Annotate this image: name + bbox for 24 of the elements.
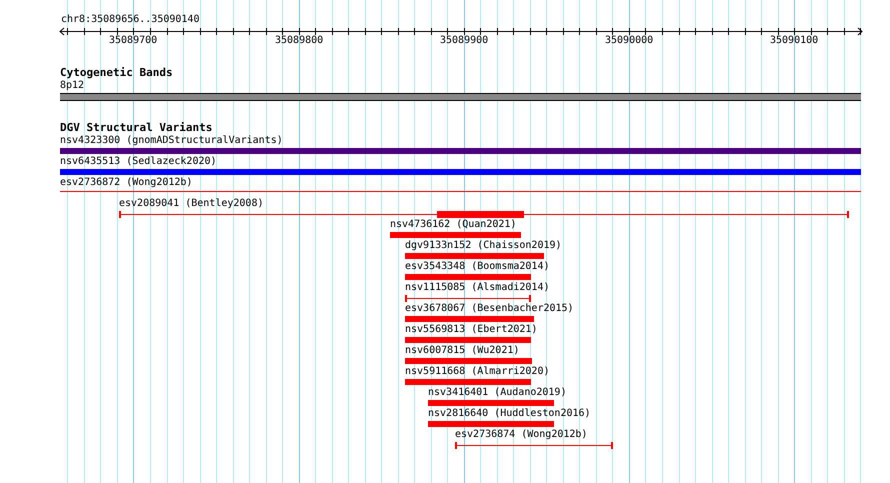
feature-label: nsv2816640 (Huddleston2016) xyxy=(428,408,591,420)
feature-label: nsv6435513 (Sedlazeck2020) xyxy=(60,156,217,168)
tick-label: 35089900 xyxy=(440,35,488,47)
feature-label: 8p12 xyxy=(60,80,84,92)
feature-label: esv2089041 (Bentley2008) xyxy=(119,198,264,210)
feature-label: nsv1115085 (Alsmadi2014) xyxy=(405,282,550,294)
feature-label: nsv3416401 (Audano2019) xyxy=(428,387,566,399)
feature-label: esv3543348 (Boomsma2014) xyxy=(405,261,550,273)
feature-label: esv2736872 (Wong2012b) xyxy=(60,177,192,189)
feature-label: nsv5911668 (Almarri2020) xyxy=(405,366,550,378)
tick-label: 35090100 xyxy=(770,35,818,47)
tick-label: 35090000 xyxy=(605,35,654,47)
tick-label: 35089700 xyxy=(109,35,158,47)
feature-label: esv3678067 (Besenbacher2015) xyxy=(405,303,574,315)
tick-label: 35089800 xyxy=(275,35,324,47)
feature-label: nsv5569813 (Ebert2021) xyxy=(405,324,538,336)
track-title: DGV Structural Variants xyxy=(60,122,212,134)
feature-label: nsv4323300 (gnomADStructuralVariants) xyxy=(60,135,283,147)
position-label: chr8:35089656..35090140 xyxy=(61,14,200,26)
track-title: Cytogenetic Bands xyxy=(60,67,173,79)
feature-label: dgv9133n152 (Chaisson2019) xyxy=(405,240,562,252)
feature-label: esv2736874 (Wong2012b) xyxy=(455,429,588,441)
feature-label: nsv6007815 (Wu2021) xyxy=(405,345,520,357)
feature-label: nsv4736162 (Quan2021) xyxy=(390,219,516,231)
